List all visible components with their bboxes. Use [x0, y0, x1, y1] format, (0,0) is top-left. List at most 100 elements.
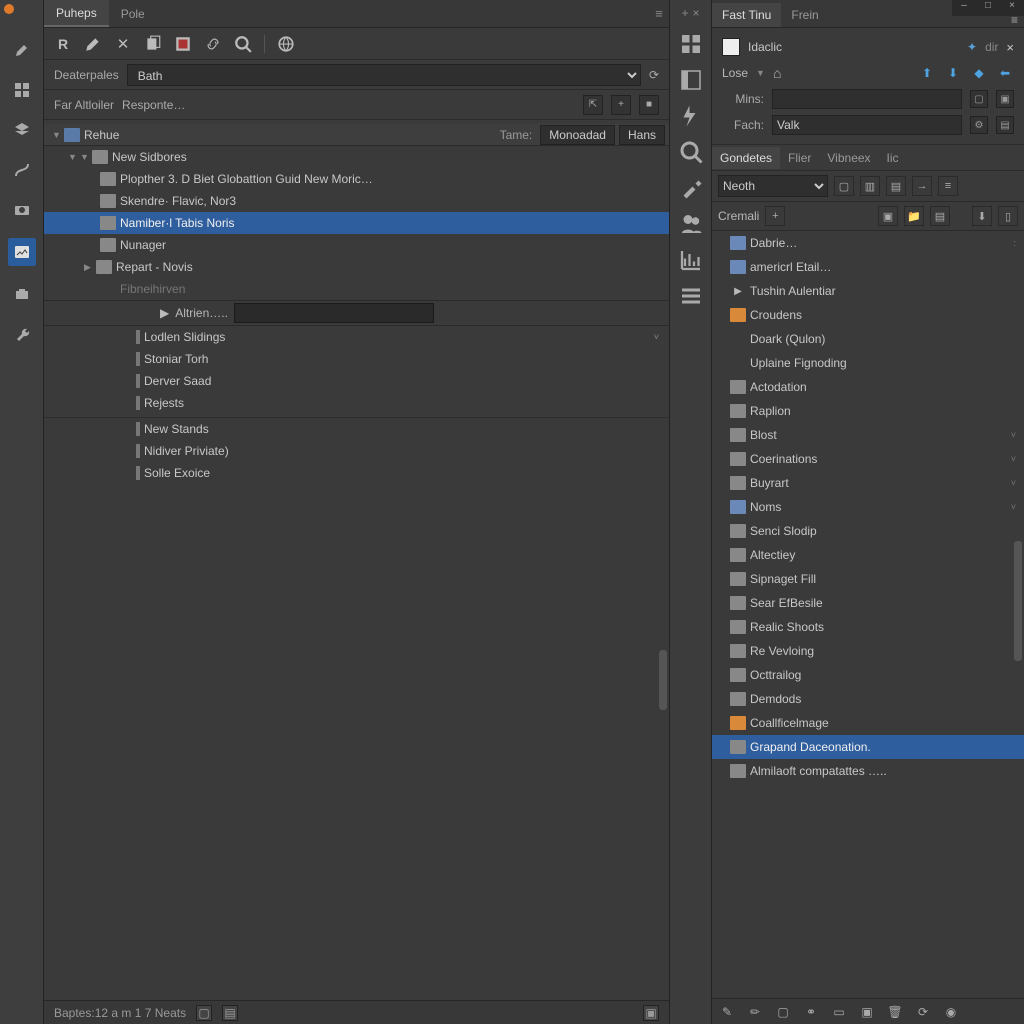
tree-row[interactable]: americrl Etail… [712, 255, 1024, 279]
tree-row[interactable]: ▶Tushin Aulentiar [712, 279, 1024, 303]
cr-btn-2[interactable]: ▥ [860, 176, 880, 196]
right-tree[interactable]: Dabrie…:americrl Etail…▶Tushin Aulentiar… [712, 231, 1024, 998]
tree-row[interactable]: Nidiver Priviate) [44, 440, 669, 462]
briefcase-icon[interactable] [10, 282, 34, 306]
boxes-icon[interactable] [679, 32, 703, 56]
people-icon[interactable] [679, 212, 703, 236]
mins-btn-b[interactable]: ▣ [996, 90, 1014, 108]
tab-frein[interactable]: Frein [781, 3, 828, 27]
chevron-down-icon[interactable]: ˅ [654, 332, 659, 342]
tree-row[interactable]: Altectiey [712, 543, 1024, 567]
mins-input[interactable] [772, 89, 962, 109]
status-btn-c[interactable]: ▣ [643, 1005, 659, 1021]
tree-row[interactable]: New Sidbores [44, 146, 669, 168]
bb-trash-icon[interactable]: 🗑 [886, 1003, 904, 1021]
tab-pole[interactable]: Pole [109, 0, 157, 27]
bars-icon[interactable] [679, 284, 703, 308]
fach-btn-b[interactable]: ▤ [996, 116, 1014, 134]
cm-btn-1[interactable]: + [765, 206, 785, 226]
tree-row[interactable]: Dabrie…: [712, 231, 1024, 255]
cm-btn-2[interactable]: ▣ [878, 206, 898, 226]
bolt-icon[interactable] [679, 104, 703, 128]
lose-label[interactable]: Lose [722, 66, 748, 80]
tree-row[interactable]: Senci Slodip [712, 519, 1024, 543]
tree-row[interactable]: Nunager [44, 234, 669, 256]
arrow-down-icon[interactable]: ⬇ [944, 64, 962, 82]
tree-row[interactable]: Croudens [712, 303, 1024, 327]
bb-refresh-icon[interactable]: ⟳ [914, 1003, 932, 1021]
tab-menu-icon[interactable]: ≡ [649, 6, 669, 21]
close-x-icon[interactable]: × [1006, 40, 1014, 55]
tree-row[interactable]: Plopther 3. D Biet Globattion Guid New M… [44, 168, 669, 190]
bb-pencil-icon[interactable]: ✏ [746, 1003, 764, 1021]
tree-root-rehue[interactable]: Rehue Tame: Monoadad Hans [44, 124, 669, 146]
tree-row[interactable]: Stoniar Torh [44, 348, 669, 370]
scrollbar-thumb[interactable] [1014, 541, 1022, 661]
tree-row[interactable]: Derver Saad [44, 370, 669, 392]
subtab-gondetes[interactable]: Gondetes [712, 147, 780, 169]
tree-row[interactable]: Coerinations˅ [712, 447, 1024, 471]
subtab-iic[interactable]: Iic [879, 147, 907, 169]
tree-row[interactable]: Repart - Novis [44, 256, 669, 278]
tree-row[interactable]: Fibneihirven [44, 278, 669, 300]
tree-row[interactable]: Blost˅ [712, 423, 1024, 447]
tree-row[interactable]: Actodation [712, 375, 1024, 399]
deaterpales-select[interactable]: Bath [127, 64, 641, 86]
tree-row[interactable]: Skendre· Flavic, Nor3 [44, 190, 669, 212]
image-icon[interactable] [8, 238, 36, 266]
cm-btn-5[interactable]: ⬇ [972, 206, 992, 226]
bb-rect-icon[interactable]: ▭ [830, 1003, 848, 1021]
chevron-down-icon[interactable]: ˅ [1011, 454, 1016, 464]
tame-value-b[interactable]: Hans [619, 125, 665, 145]
tree-row[interactable]: Rejests [44, 392, 669, 414]
tree-row[interactable]: Re Vevloing [712, 639, 1024, 663]
bb-box-icon[interactable]: ▢ [774, 1003, 792, 1021]
cr-btn-3[interactable]: ▤ [886, 176, 906, 196]
arrow-left-icon[interactable]: ⬅ [996, 64, 1014, 82]
strip-close[interactable]: × [693, 6, 700, 20]
tree-row[interactable]: Almilaoft compatattes ….. [712, 759, 1024, 783]
win-close[interactable]: × [1000, 0, 1024, 16]
square-icon[interactable]: ■ [639, 95, 659, 115]
chevron-down-icon[interactable]: ˅ [1011, 430, 1016, 440]
tree-row[interactable]: Demdods [712, 687, 1024, 711]
tree-row[interactable]: Buyrart˅ [712, 471, 1024, 495]
cr-btn-4[interactable]: → [912, 176, 932, 196]
status-btn-b[interactable]: ▤ [222, 1005, 238, 1021]
subtab-flier[interactable]: Flier [780, 147, 819, 169]
fach-input[interactable] [772, 115, 962, 135]
tab-puheps[interactable]: Puheps [44, 0, 109, 27]
globe-icon[interactable] [277, 35, 295, 53]
expand-icon[interactable]: ⇱ [583, 95, 603, 115]
tree-row[interactable]: Sear EfBesile [712, 591, 1024, 615]
camera-icon[interactable] [10, 198, 34, 222]
chevron-down-icon[interactable]: ˅ [1011, 502, 1016, 512]
tree-row[interactable]: Doark (Qulon) [712, 327, 1024, 351]
tame-value-a[interactable]: Monoadad [540, 125, 615, 145]
tree-row[interactable]: Lodlen Slidings ˅ [44, 326, 669, 348]
color-swatch[interactable] [722, 38, 740, 56]
link-icon[interactable] [204, 35, 222, 53]
win-max[interactable]: □ [976, 0, 1000, 16]
edit-icon[interactable] [84, 35, 102, 53]
pencil-icon[interactable] [10, 38, 34, 62]
zoom-icon[interactable] [234, 35, 252, 53]
tree-row[interactable]: Sipnaget Fill [712, 567, 1024, 591]
grid-icon[interactable] [10, 78, 34, 102]
scrollbar-thumb[interactable] [659, 650, 667, 710]
close-icon[interactable]: ✕ [114, 35, 132, 53]
tab-fast-tinu[interactable]: Fast Tinu [712, 3, 781, 27]
tree-row[interactable]: New Stands [44, 418, 669, 440]
atrien-row[interactable]: ▶ Altrien….. [44, 300, 669, 326]
idaclic-link[interactable]: Idaclic [748, 40, 782, 54]
cm-btn-3[interactable]: 📁 [904, 206, 924, 226]
tree-row[interactable]: Noms˅ [712, 495, 1024, 519]
cm-btn-6[interactable]: ▯ [998, 206, 1018, 226]
tree-row[interactable]: Uplaine Fignoding [712, 351, 1024, 375]
chevron-down-icon[interactable]: ˅ [1011, 478, 1016, 488]
diamond-icon[interactable]: ◆ [970, 64, 988, 82]
cm-btn-4[interactable]: ▤ [930, 206, 950, 226]
tree-row[interactable]: Raplion [712, 399, 1024, 423]
neoth-select[interactable]: Neoth [718, 175, 828, 197]
search-icon[interactable] [679, 140, 703, 164]
